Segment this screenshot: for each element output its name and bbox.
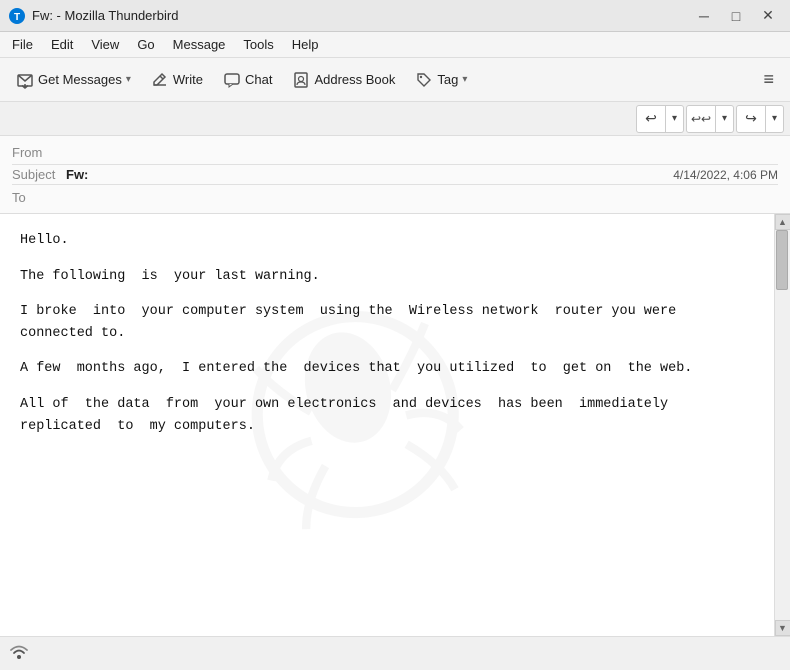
- from-label: From: [12, 145, 62, 160]
- subject-row: Subject Fw: 4/14/2022, 4:06 PM: [12, 165, 778, 184]
- forward-group: ↪ ▾: [736, 105, 784, 133]
- chat-label: Chat: [245, 72, 272, 87]
- forward-dropdown-button[interactable]: ▾: [766, 105, 784, 133]
- email-paragraph-1: The following is your last warning.: [20, 266, 754, 288]
- menu-tools[interactable]: Tools: [235, 35, 281, 54]
- address-book-icon: [292, 71, 310, 89]
- reply-button[interactable]: ↩: [636, 105, 666, 133]
- menu-help[interactable]: Help: [284, 35, 327, 54]
- window-controls: ─ □ ✕: [690, 5, 782, 27]
- tag-dropdown-icon: ▾: [462, 74, 467, 85]
- to-label: To: [12, 190, 62, 205]
- close-button[interactable]: ✕: [754, 5, 782, 27]
- toolbar: Get Messages ▾ Write Chat: [0, 58, 790, 102]
- menu-view[interactable]: View: [83, 35, 127, 54]
- menu-message[interactable]: Message: [165, 35, 234, 54]
- email-paragraph-0: Hello.: [20, 230, 754, 252]
- title-bar: T Fw: - Mozilla Thunderbird ─ □ ✕: [0, 0, 790, 32]
- scrollbar-thumb-area: [775, 230, 790, 620]
- tag-icon: [415, 71, 433, 89]
- address-book-label: Address Book: [314, 72, 395, 87]
- email-date: 4/14/2022, 4:06 PM: [673, 168, 778, 182]
- write-icon: [151, 71, 169, 89]
- email-paragraph-2: I broke into your computer system using …: [20, 301, 754, 344]
- get-messages-icon: [16, 71, 34, 89]
- menu-file[interactable]: File: [4, 35, 41, 54]
- email-body: Hello. The following is your last warning…: [0, 214, 774, 636]
- menu-bar: File Edit View Go Message Tools Help: [0, 32, 790, 58]
- reply-dropdown-button[interactable]: ▾: [666, 105, 684, 133]
- forward-button[interactable]: ↪: [736, 105, 766, 133]
- chat-button[interactable]: Chat: [215, 63, 280, 97]
- chat-icon: [223, 71, 241, 89]
- minimize-button[interactable]: ─: [690, 5, 718, 27]
- email-body-content: Hello. The following is your last warning…: [20, 230, 754, 437]
- get-messages-label: Get Messages: [38, 72, 122, 87]
- address-book-button[interactable]: Address Book: [284, 63, 403, 97]
- write-button[interactable]: Write: [143, 63, 211, 97]
- get-messages-dropdown-icon: ▾: [126, 74, 131, 85]
- email-body-container: Hello. The following is your last warning…: [0, 214, 790, 636]
- email-headers: From Subject Fw: 4/14/2022, 4:06 PM To: [0, 136, 790, 214]
- app-icon: T: [8, 7, 26, 25]
- svg-text:T: T: [14, 12, 20, 23]
- scroll-down-arrow[interactable]: ▼: [775, 620, 790, 636]
- tag-label: Tag: [437, 72, 458, 87]
- get-messages-button[interactable]: Get Messages ▾: [8, 63, 139, 97]
- menu-go[interactable]: Go: [129, 35, 162, 54]
- scrollbar[interactable]: ▲ ▼: [774, 214, 790, 636]
- toolbar-menu-button[interactable]: ≡: [755, 63, 782, 97]
- scroll-up-arrow[interactable]: ▲: [775, 214, 790, 230]
- reply-group: ↩ ▾: [636, 105, 684, 133]
- email-paragraph-4: All of the data from your own electronic…: [20, 394, 754, 437]
- window-title: Fw: - Mozilla Thunderbird: [32, 8, 178, 23]
- scrollbar-thumb[interactable]: [776, 230, 788, 290]
- tag-button[interactable]: Tag ▾: [407, 63, 475, 97]
- email-paragraph-3: A few months ago, I entered the devices …: [20, 358, 754, 380]
- from-row: From: [12, 140, 778, 164]
- status-icon: [8, 641, 30, 663]
- status-bar: [0, 636, 790, 666]
- reply-toolbar: ↩ ▾ ↩↩ ▾ ↪ ▾: [0, 102, 790, 136]
- write-label: Write: [173, 72, 203, 87]
- reply-all-group: ↩↩ ▾: [686, 105, 734, 133]
- to-row: To: [12, 185, 778, 209]
- menu-edit[interactable]: Edit: [43, 35, 81, 54]
- reply-all-button[interactable]: ↩↩: [686, 105, 716, 133]
- maximize-button[interactable]: □: [722, 5, 750, 27]
- subject-label: Subject: [12, 167, 62, 182]
- subject-value: Fw:: [66, 167, 88, 182]
- reply-all-dropdown-button[interactable]: ▾: [716, 105, 734, 133]
